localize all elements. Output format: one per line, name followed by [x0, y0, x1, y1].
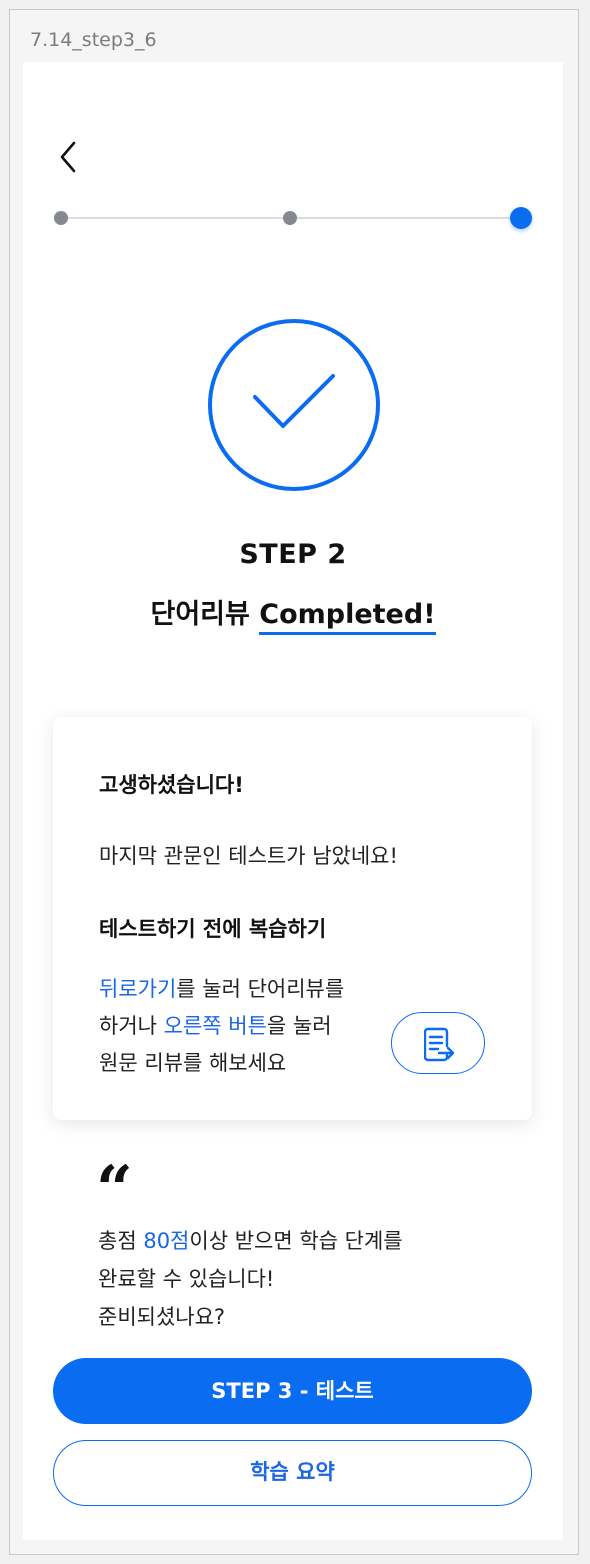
progress-step-1 — [54, 211, 68, 225]
step-title: STEP 2 — [239, 539, 347, 570]
review-card: 고생하셨습니다! 마지막 관문인 테스트가 남았네요! 테스트하기 전에 복습하… — [53, 717, 532, 1120]
step-subtitle-prefix: 단어리뷰 — [150, 599, 260, 630]
card-subtitle: 테스트하기 전에 복습하기 — [99, 917, 327, 941]
card-message: 마지막 관문인 테스트가 남았네요! — [99, 844, 398, 868]
instruction-text: 을 눌러 — [266, 1014, 332, 1038]
quote-text-part: 이상 받으면 학습 단계를 — [189, 1229, 403, 1253]
study-summary-button[interactable]: 학습 요약 — [53, 1440, 532, 1506]
right-button-link-text[interactable]: 오른쪽 버튼 — [164, 1014, 267, 1038]
passing-score: 80점 — [143, 1229, 190, 1253]
quote-mark-icon: “ — [96, 1152, 133, 1227]
progress-step-3-current — [510, 207, 532, 229]
instruction-text: 하거나 — [99, 1014, 164, 1038]
start-test-button[interactable]: STEP 3 - 테스트 — [53, 1358, 532, 1424]
step-subtitle: 단어리뷰 Completed! — [23, 592, 563, 635]
artboard-label: 7.14_step3_6 — [30, 29, 157, 51]
card-instructions: 뒤로가기를 눌러 단어리뷰를 하거나 오른쪽 버튼을 눌러 원문 리뷰를 해보세… — [99, 971, 399, 1082]
quote-text-part: 총점 — [98, 1229, 144, 1253]
document-arrow-icon — [424, 1027, 454, 1062]
card-title: 고생하셨습니다! — [99, 773, 244, 797]
quote-text-part: 완료할 수 있습니다! — [98, 1267, 275, 1291]
completed-label: Completed! — [259, 599, 436, 635]
instruction-text: 원문 리뷰를 해보세요 — [99, 1051, 287, 1075]
quote-text: 총점 80점이상 받으면 학습 단계를 완료할 수 있습니다! 준비되셨나요? — [98, 1222, 518, 1336]
check-circle-icon — [208, 319, 380, 491]
app-screen: STEP 2 단어리뷰 Completed! 고생하셨습니다! 마지막 관문인 … — [23, 62, 563, 1540]
back-link-text[interactable]: 뒤로가기 — [99, 977, 176, 1001]
progress-step-2 — [283, 211, 297, 225]
instruction-text: 를 눌러 단어리뷰를 — [176, 977, 345, 1001]
quote-text-part: 준비되셨나요? — [98, 1305, 226, 1329]
original-review-button[interactable] — [391, 1012, 485, 1074]
back-button[interactable] — [55, 140, 85, 174]
chevron-left-icon — [60, 141, 76, 173]
